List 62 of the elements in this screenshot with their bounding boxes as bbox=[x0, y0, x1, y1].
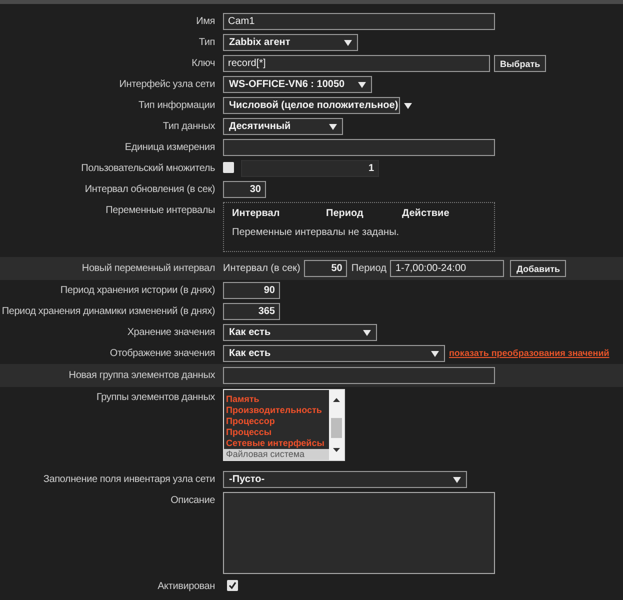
field-caption: Период bbox=[351, 262, 386, 274]
group-listbox[interactable]: Память Производительность Процессор Процессы Сетевые интерфейсы Файловая система bbox=[223, 389, 345, 461]
number-field[interactable]: 30 bbox=[223, 181, 266, 198]
checkbox[interactable] bbox=[227, 580, 238, 591]
link[interactable]: показать преобразования значений bbox=[449, 345, 610, 359]
field-caption: Интервал (в сек) bbox=[223, 262, 300, 274]
text-field[interactable] bbox=[223, 367, 495, 384]
list-item[interactable]: Процессор bbox=[224, 416, 329, 427]
field-label: Новая группа элементов данных bbox=[68, 369, 215, 383]
dropdown[interactable]: WS-OFFICE-VN6 : 10050 bbox=[223, 76, 372, 93]
field-label: Отображение значения bbox=[108, 347, 215, 361]
dropdown[interactable]: Как есть bbox=[223, 324, 377, 341]
column-header: Период bbox=[326, 208, 364, 219]
field-label: Тип информации bbox=[138, 99, 215, 113]
text-field[interactable] bbox=[223, 139, 495, 156]
number-field[interactable]: 50 bbox=[304, 260, 348, 277]
select-button[interactable]: Выбрать bbox=[494, 55, 546, 72]
number-field[interactable]: 365 bbox=[223, 303, 280, 320]
field-label: Активирован bbox=[156, 580, 215, 594]
field-label: Период хранения динамики изменений (в днях) bbox=[0, 305, 215, 319]
text-field[interactable]: 1-7,00:00-24:00 bbox=[390, 260, 504, 277]
add-button[interactable]: Добавить bbox=[510, 260, 566, 277]
field-label: Группы элементов данных bbox=[96, 391, 215, 405]
list-item[interactable]: Файловая система bbox=[224, 449, 329, 460]
field-label: Хранение значения bbox=[126, 326, 215, 340]
text-field[interactable]: record[*] bbox=[223, 55, 490, 72]
caret-icon bbox=[431, 350, 439, 356]
column-header: Действие bbox=[402, 208, 450, 219]
field-label: Пользовательский множитель bbox=[80, 162, 215, 176]
caret-icon bbox=[363, 330, 371, 336]
field-label: Интервал обновления (в сек) bbox=[84, 183, 215, 197]
caret-icon bbox=[344, 40, 352, 46]
dropdown[interactable]: Как есть bbox=[223, 345, 445, 362]
caret-icon bbox=[329, 124, 337, 130]
list-item[interactable]: Производительность bbox=[224, 405, 329, 416]
list-item[interactable]: Сетевые интерфейсы bbox=[224, 438, 329, 449]
field-label: Ключ bbox=[190, 57, 215, 71]
number-field[interactable]: 90 bbox=[223, 282, 280, 299]
description-field[interactable] bbox=[223, 492, 495, 574]
field-label: Описание bbox=[170, 494, 215, 508]
field-label: Новый переменный интервал bbox=[80, 262, 215, 276]
dropdown[interactable]: Десятичный bbox=[223, 118, 343, 135]
caret-icon bbox=[453, 476, 461, 482]
field-label: Имя bbox=[195, 15, 215, 29]
dropdown[interactable]: Zabbix агент bbox=[223, 34, 358, 51]
checkbox[interactable] bbox=[223, 162, 234, 173]
field-label: Интерфейс узла сети bbox=[118, 78, 215, 92]
field-label: Единица измерения bbox=[124, 141, 215, 155]
text-field[interactable]: Cam1 bbox=[223, 13, 495, 30]
caret-icon bbox=[358, 82, 366, 88]
caret-icon bbox=[404, 102, 412, 108]
list-item[interactable]: Память bbox=[224, 394, 329, 405]
field-label: Период хранения истории (в днях) bbox=[59, 284, 215, 298]
column-header: Интервал bbox=[232, 208, 281, 219]
dropdown[interactable]: -Пусто- bbox=[223, 471, 467, 488]
field-label: Заполнение поля инвентаря узла сети bbox=[42, 473, 215, 487]
number-field[interactable]: 1 bbox=[241, 160, 379, 177]
list-item[interactable]: Процессы bbox=[224, 427, 329, 438]
field-label: Тип bbox=[198, 36, 215, 50]
field-label: Переменные интервалы bbox=[104, 204, 215, 218]
field-label: Тип данных bbox=[162, 120, 215, 134]
empty-message: Переменные интервалы не заданы. bbox=[232, 227, 400, 238]
